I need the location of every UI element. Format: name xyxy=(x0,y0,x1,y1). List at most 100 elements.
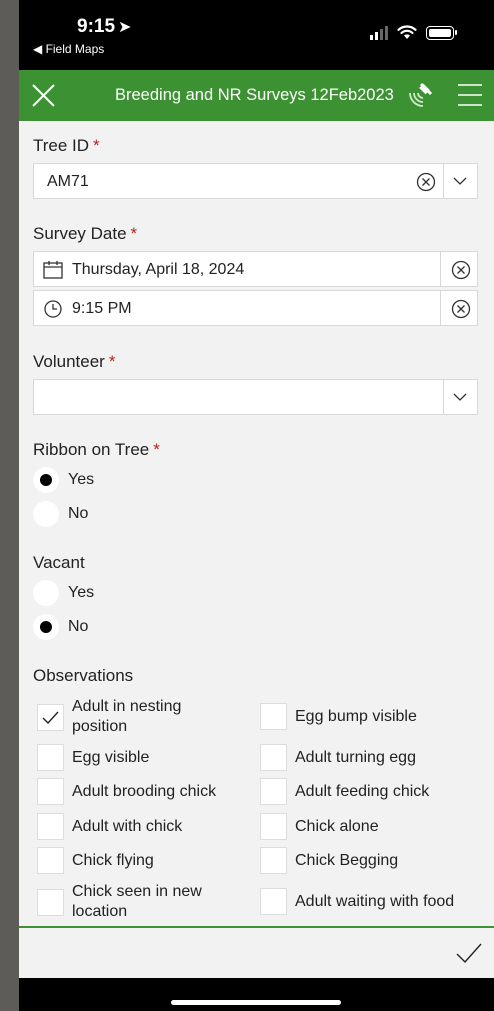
checkbox-box[interactable] xyxy=(260,703,287,730)
radio-unselected[interactable] xyxy=(33,580,59,606)
submit-check-icon[interactable] xyxy=(456,942,482,964)
radio-selected[interactable] xyxy=(33,467,59,493)
ribbon-label: Ribbon on Tree * xyxy=(33,440,160,460)
checkbox-label: Egg visible xyxy=(72,748,150,766)
required-marker: * xyxy=(108,352,116,371)
observation-checkbox[interactable]: Adult waiting with food xyxy=(260,888,454,915)
ribbon-option-yes[interactable]: Yes xyxy=(33,465,94,495)
clock-icon xyxy=(44,300,62,318)
checkbox-label: Adult brooding chick xyxy=(72,782,217,800)
back-to-app-link[interactable]: ◀ Field Maps xyxy=(33,42,104,56)
field-separator xyxy=(443,380,444,414)
radio-unselected[interactable] xyxy=(33,501,59,527)
vacant-label: Vacant xyxy=(33,553,85,572)
survey-time-value: 9:15 PM xyxy=(72,300,132,317)
checkbox-box[interactable] xyxy=(37,847,64,874)
field-separator xyxy=(443,164,444,198)
required-marker: * xyxy=(130,224,138,243)
checkbox-label: Chick seen in new location xyxy=(72,883,202,920)
form-body: Tree ID * AM71 Survey Date * Thursday, Apr… xyxy=(19,121,494,927)
required-marker: * xyxy=(93,136,100,155)
volunteer-field[interactable] xyxy=(33,379,478,415)
checkbox-label: Egg bump visible xyxy=(295,707,417,725)
battery-icon xyxy=(426,25,457,40)
survey-date-label-text: Survey Date xyxy=(33,224,127,243)
radio-label: Yes xyxy=(68,584,95,601)
gps-satellite-icon[interactable] xyxy=(407,81,435,109)
required-marker: * xyxy=(153,440,160,459)
checkbox-label: Adult feeding chick xyxy=(295,782,430,800)
observation-checkbox[interactable]: Chick flying xyxy=(37,847,154,874)
checkbox-box[interactable] xyxy=(260,847,287,874)
status-time-text: 9:15 xyxy=(77,16,116,37)
checkbox-label: Chick alone xyxy=(295,817,379,835)
location-arrow-icon: ➤ xyxy=(118,19,132,36)
observation-checkbox[interactable]: Egg visible xyxy=(37,744,149,771)
checkbox-label: Adult with chick xyxy=(72,817,183,835)
status-bar: 9:15 ➤ ◀ Field Maps xyxy=(19,0,494,70)
cellular-signal-icon xyxy=(370,25,388,40)
observation-checkbox[interactable]: Chick seen in new location xyxy=(37,882,222,922)
checkbox-box[interactable] xyxy=(37,703,64,731)
checkbox-box[interactable] xyxy=(37,744,64,771)
hamburger-menu-icon[interactable] xyxy=(458,84,482,106)
vacant-option-no[interactable]: No xyxy=(33,612,88,642)
radio-selected[interactable] xyxy=(33,614,59,640)
wifi-icon xyxy=(397,25,417,39)
checkmark-icon xyxy=(42,711,59,724)
survey-date-field[interactable]: Thursday, April 18, 2024 xyxy=(33,251,478,287)
field-separator xyxy=(440,252,441,286)
home-indicator-bar xyxy=(19,978,494,1011)
status-time: 9:15 ➤ xyxy=(77,16,131,38)
tree-id-field[interactable]: AM71 xyxy=(33,163,478,199)
phone-screen: 9:15 ➤ ◀ Field Maps Breeding and NR Surve… xyxy=(19,0,494,1011)
survey-date-value: Thursday, April 18, 2024 xyxy=(72,261,245,278)
volunteer-label: Volunteer * xyxy=(33,352,115,372)
home-indicator[interactable] xyxy=(171,1000,341,1005)
status-icons xyxy=(370,25,457,40)
observation-checkbox[interactable]: Chick Begging xyxy=(260,847,398,874)
radio-label: Yes xyxy=(68,471,95,488)
checkbox-label: Chick Begging xyxy=(295,851,399,869)
chevron-down-icon[interactable] xyxy=(453,391,467,403)
observation-checkbox[interactable]: Adult brooding chick xyxy=(37,778,216,805)
ribbon-label-text: Ribbon on Tree xyxy=(33,440,150,459)
radio-label: No xyxy=(68,505,89,522)
observation-checkbox[interactable]: Chick alone xyxy=(260,813,379,840)
checkbox-box[interactable] xyxy=(260,778,287,805)
vacant-option-yes[interactable]: Yes xyxy=(33,578,94,608)
calendar-icon xyxy=(43,261,63,279)
checkbox-label: Adult in nesting position xyxy=(72,698,182,735)
tree-id-label-text: Tree ID xyxy=(33,136,90,155)
clear-icon[interactable] xyxy=(451,260,471,280)
ribbon-option-no[interactable]: No xyxy=(33,499,88,529)
chevron-down-icon[interactable] xyxy=(453,175,467,187)
observations-label: Observations xyxy=(33,666,134,685)
survey-date-label: Survey Date * xyxy=(33,224,137,244)
observation-checkbox[interactable]: Egg bump visible xyxy=(260,703,417,730)
volunteer-label-text: Volunteer xyxy=(33,352,105,371)
survey-time-field[interactable]: 9:15 PM xyxy=(33,290,478,326)
observation-checkbox[interactable]: Adult turning egg xyxy=(260,744,416,771)
close-icon[interactable] xyxy=(31,83,56,108)
checkbox-label: Chick flying xyxy=(72,851,154,869)
tree-id-value: AM71 xyxy=(47,173,89,190)
radio-label: No xyxy=(68,618,89,635)
form-title: Breeding and NR Surveys 12Feb2023 xyxy=(115,86,394,104)
clear-icon[interactable] xyxy=(451,299,471,319)
checkbox-box[interactable] xyxy=(260,744,287,771)
field-separator xyxy=(440,291,441,325)
observation-checkbox[interactable]: Adult with chick xyxy=(37,813,182,840)
checkbox-box[interactable] xyxy=(260,813,287,840)
tree-id-label: Tree ID * xyxy=(33,136,100,156)
observation-checkbox[interactable]: Adult feeding chick xyxy=(260,778,429,805)
checkbox-box[interactable] xyxy=(260,888,287,915)
checkbox-label: Adult waiting with food xyxy=(295,892,455,910)
checkbox-box[interactable] xyxy=(37,778,64,805)
checkbox-box[interactable] xyxy=(37,888,64,916)
clear-icon[interactable] xyxy=(416,172,436,192)
checkbox-box[interactable] xyxy=(37,813,64,840)
form-header: Breeding and NR Surveys 12Feb2023 xyxy=(19,70,494,121)
observation-checkbox[interactable]: Adult in nesting position xyxy=(37,697,222,737)
form-footer xyxy=(19,926,494,978)
